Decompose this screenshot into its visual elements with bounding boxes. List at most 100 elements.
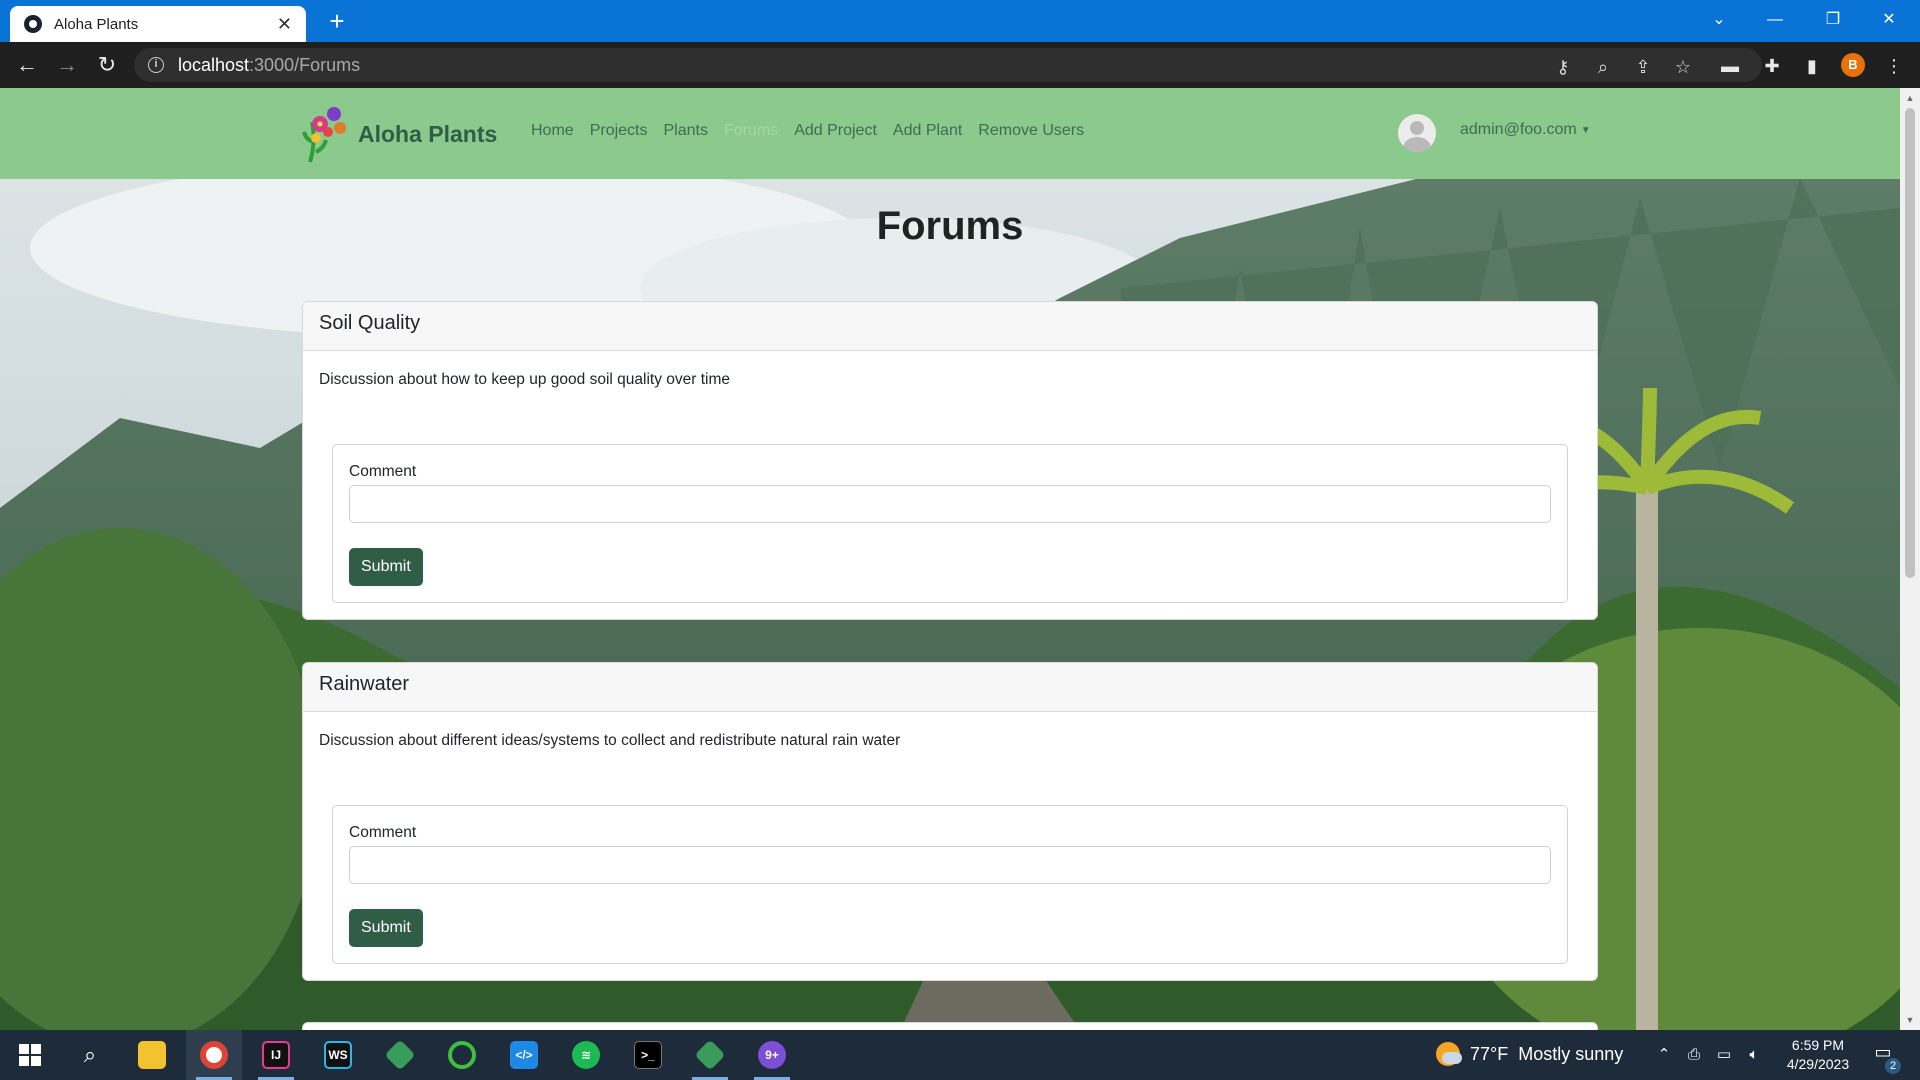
circular-app-icon [448, 1041, 476, 1069]
battery-icon[interactable]: ▭ [1714, 1045, 1734, 1065]
forum-description: Discussion about how to keep up good soi… [319, 371, 730, 388]
windows-logo-icon [19, 1044, 41, 1066]
system-clock[interactable]: 6:59 PM 4/29/2023 [1774, 1036, 1862, 1074]
windows-taskbar: ⌕ IJ WS </> ≋ >_ 9+ 77°F Mostly sunny ⌃ … [0, 1030, 1920, 1080]
scrollbar-thumb[interactable] [1905, 108, 1915, 578]
chevron-up-icon[interactable]: ⌃ [1654, 1045, 1674, 1065]
menu-kebab-icon[interactable]: ⋮ [1882, 54, 1906, 78]
bookmark-star-icon[interactable]: ☆ [1672, 56, 1694, 78]
avatar-body-shape [1403, 137, 1431, 152]
taskbar-git-tool-2[interactable] [682, 1030, 738, 1080]
nav-remove-users[interactable]: Remove Users [978, 122, 1084, 140]
scroll-up-icon[interactable]: ▲ [1904, 92, 1916, 104]
tab-search-icon[interactable]: ⌄ [1696, 0, 1742, 40]
page-scrollbar[interactable]: ▲ ▼ [1900, 88, 1920, 1030]
url-path: :3000/Forums [249, 54, 361, 75]
taskbar-git-tool[interactable] [372, 1030, 428, 1080]
forward-icon[interactable]: → [52, 50, 82, 80]
restore-button[interactable]: ❐ [1810, 0, 1856, 40]
minimize-button[interactable]: — [1752, 0, 1798, 40]
search-icon: ⌕ [83, 1042, 97, 1067]
nav-projects[interactable]: Projects [590, 122, 648, 140]
clock-date: 4/29/2023 [1786, 1056, 1850, 1072]
nav-home[interactable]: Home [531, 122, 574, 140]
page-viewport: Aloha Plants Home Projects Plants Forums… [0, 88, 1900, 1030]
search-button[interactable]: ⌕ [62, 1030, 118, 1080]
side-panel-icon[interactable]: ▮ [1800, 54, 1824, 78]
forum-title: Soil Quality [303, 302, 1597, 351]
taskbar-intellij[interactable]: IJ [248, 1030, 304, 1080]
hibiscus-logo-icon [302, 107, 346, 163]
chrome-icon [200, 1041, 228, 1069]
caret-down-icon: ▼ [1580, 124, 1591, 136]
scroll-down-icon[interactable]: ▼ [1904, 1014, 1916, 1026]
close-tab-icon[interactable]: ✕ [277, 15, 292, 33]
folder-icon [138, 1041, 166, 1069]
back-icon[interactable]: ← [12, 50, 42, 80]
intellij-icon: IJ [262, 1041, 290, 1069]
taskbar-refresh-app[interactable] [434, 1030, 490, 1080]
comment-input[interactable] [349, 485, 1551, 523]
user-avatar[interactable] [1398, 114, 1436, 152]
start-button[interactable] [2, 1030, 58, 1080]
taskbar-spotify[interactable]: ≋ [558, 1030, 614, 1080]
volume-icon[interactable]: 🔈︎ [1744, 1045, 1764, 1065]
forum-title: Rainwater [303, 663, 1597, 712]
forum-card: Soil Quality Discussion about how to kee… [302, 301, 1598, 620]
forum-description: Discussion about different ideas/systems… [319, 732, 901, 749]
site-favicon-icon [24, 15, 42, 33]
spotify-icon: ≋ [572, 1041, 600, 1069]
avatar-head-shape [1410, 121, 1424, 135]
page-title: Forums [876, 204, 1024, 248]
close-window-button[interactable]: ✕ [1866, 0, 1912, 40]
notification-count: 2 [1885, 1058, 1901, 1074]
nav-add-plant[interactable]: Add Plant [893, 122, 962, 140]
taskbar-webstorm[interactable]: WS [310, 1030, 366, 1080]
nav-plants[interactable]: Plants [663, 122, 707, 140]
site-info-icon[interactable]: i [148, 57, 164, 73]
browser-tab-strip: Aloha Plants ✕ + ⌄ — ❐ ✕ [0, 0, 1920, 42]
tab-title: Aloha Plants [54, 15, 139, 33]
submit-button[interactable]: Submit [349, 909, 423, 947]
url-host: localhost [178, 54, 250, 75]
meet-now-icon[interactable]: ⎙ [1684, 1045, 1704, 1065]
user-dropdown[interactable]: admin@foo.com ▼ [1460, 121, 1591, 139]
extensions-puzzle-icon[interactable]: ✚ [1760, 54, 1784, 78]
browser-toolbar: ← → ↻ i localhost:3000/Forums ⚷ ⌕ ⇪ ☆ ▬ … [0, 42, 1920, 88]
reload-icon[interactable]: ↻ [92, 50, 122, 80]
comment-input[interactable] [349, 846, 1551, 884]
comment-form: Comment Submit [332, 444, 1568, 603]
taskbar-file-explorer[interactable] [124, 1030, 180, 1080]
git-diamond-icon [694, 1039, 726, 1071]
new-tab-button[interactable]: + [322, 6, 352, 36]
terminal-icon: >_ [634, 1041, 662, 1069]
extension-icon[interactable]: ▬ [1718, 54, 1742, 78]
brand-link[interactable]: Aloha Plants [302, 102, 497, 166]
nav-forums[interactable]: Forums [724, 122, 778, 140]
profile-avatar[interactable]: B [1841, 53, 1865, 77]
git-diamond-icon [384, 1039, 416, 1071]
brand-name: Aloha Plants [358, 120, 498, 147]
taskbar-terminal[interactable]: >_ [620, 1030, 676, 1080]
share-icon[interactable]: ⇪ [1632, 56, 1654, 78]
taskbar-chat-app[interactable]: 9+ [744, 1030, 800, 1080]
chat-app-icon: 9+ [758, 1041, 786, 1069]
weather-widget[interactable]: 77°F Mostly sunny [1436, 1042, 1623, 1066]
address-bar[interactable]: i localhost:3000/Forums ⚷ ⌕ ⇪ ☆ [134, 48, 1762, 82]
taskbar-vscode[interactable]: </> [496, 1030, 552, 1080]
submit-button[interactable]: Submit [349, 548, 423, 586]
partly-sunny-icon [1436, 1042, 1462, 1066]
forum-card-body: Discussion about how to keep up good soi… [303, 351, 1597, 619]
webstorm-icon: WS [324, 1041, 352, 1069]
forum-card-partial [302, 1022, 1598, 1030]
forum-card: Rainwater Discussion about different ide… [302, 662, 1598, 981]
password-key-icon[interactable]: ⚷ [1552, 56, 1574, 78]
weather-condition: Mostly sunny [1518, 1043, 1624, 1064]
weather-temp: 77°F [1470, 1043, 1509, 1064]
comment-label: Comment [349, 463, 417, 480]
zoom-icon[interactable]: ⌕ [1592, 56, 1614, 78]
browser-tab[interactable]: Aloha Plants ✕ [10, 6, 306, 42]
nav-add-project[interactable]: Add Project [794, 122, 877, 140]
taskbar-chrome[interactable] [186, 1030, 242, 1080]
main-nav: Home Projects Plants Forums Add Project … [531, 122, 1100, 140]
